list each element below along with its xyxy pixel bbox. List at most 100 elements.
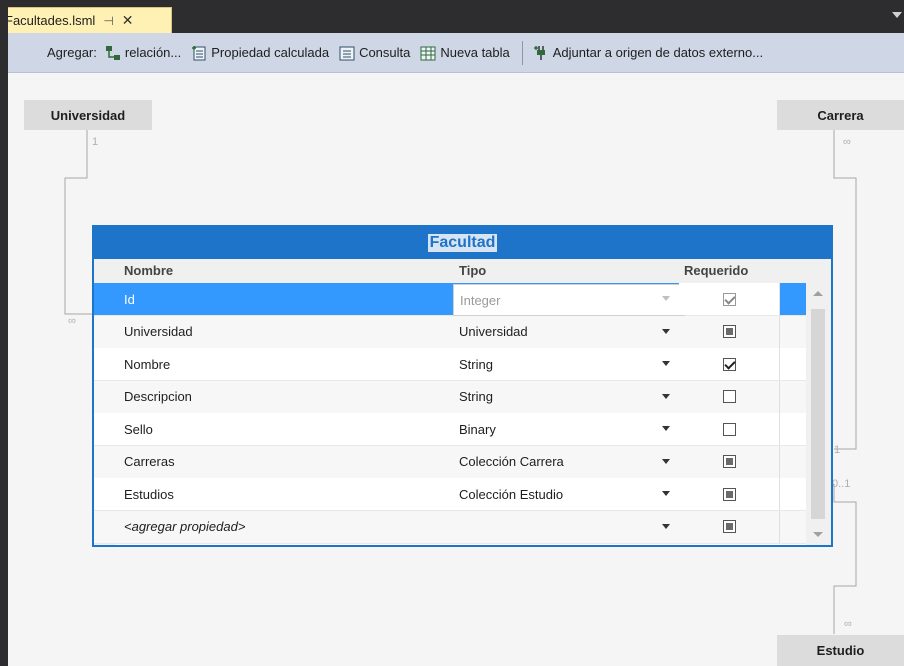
chevron-down-icon[interactable] xyxy=(662,328,670,334)
entity-facultad[interactable]: Facultad Nombre Tipo Requerido ⊸ IdInteg… xyxy=(92,225,833,547)
property-name-cell[interactable]: Estudios xyxy=(116,478,461,510)
chevron-down-icon[interactable] xyxy=(662,296,670,301)
property-name-cell[interactable]: <agregar propiedad> xyxy=(116,511,461,543)
required-checkbox[interactable] xyxy=(722,292,736,306)
property-rows: Id Integer Universidad Universidad Nombre Str… xyxy=(94,283,806,545)
required-cell[interactable] xyxy=(679,511,779,543)
row-trailing-cell xyxy=(779,510,806,543)
scrollbar-thumb[interactable] xyxy=(811,309,825,519)
property-name-cell[interactable]: Universidad xyxy=(116,316,461,348)
tab-overflow-dropdown-icon[interactable] xyxy=(892,12,902,18)
query-icon xyxy=(339,46,355,60)
relation-label: relación... xyxy=(124,45,182,60)
required-cell[interactable] xyxy=(679,413,779,445)
property-name-cell[interactable]: Carreras xyxy=(116,446,461,478)
chevron-down-icon[interactable] xyxy=(662,458,670,464)
property-row[interactable]: Carreras Colección Carrera xyxy=(94,445,806,479)
property-type-dropdown[interactable]: String xyxy=(453,348,683,380)
property-type-dropdown[interactable]: Colección Estudio xyxy=(453,478,683,510)
required-cell[interactable] xyxy=(679,348,779,380)
new-table-button[interactable]: Nueva tabla xyxy=(420,45,510,61)
required-checkbox[interactable] xyxy=(722,325,736,338)
property-type-dropdown[interactable]: String xyxy=(453,381,683,413)
entity-carrera-title: Carrera xyxy=(817,107,864,123)
required-checkbox[interactable] xyxy=(722,487,736,501)
add-label: Agregar: xyxy=(47,45,97,60)
property-name-cell[interactable]: Descripcion xyxy=(116,381,461,413)
row-trailing-cell xyxy=(779,380,806,413)
column-header-required[interactable]: Requerido xyxy=(684,263,748,278)
entity-estudio-title: Estudio xyxy=(816,643,865,658)
chevron-down-icon[interactable] xyxy=(662,426,670,431)
scroll-up-icon[interactable] xyxy=(813,291,823,296)
row-trailing-cell xyxy=(779,445,806,478)
entity-universidad-title: Universidad xyxy=(50,107,126,123)
property-type-dropdown[interactable]: Integer xyxy=(453,284,685,316)
toolbar-separator xyxy=(521,40,523,65)
multiplicity-label: 0..1 xyxy=(832,478,851,490)
property-name-cell[interactable]: Id xyxy=(116,283,461,315)
required-cell[interactable] xyxy=(679,478,779,510)
property-row[interactable]: Nombre String xyxy=(94,348,806,381)
property-type-dropdown[interactable]: Universidad xyxy=(453,316,683,348)
query-label: Consulta xyxy=(359,45,411,60)
entity-title-bar[interactable]: Facultad xyxy=(94,227,831,259)
required-checkbox[interactable] xyxy=(722,455,736,468)
scroll-down-icon[interactable] xyxy=(813,532,823,537)
chevron-down-icon[interactable] xyxy=(662,361,670,366)
entity-universidad[interactable]: Universidad xyxy=(24,100,152,130)
add-relation-button[interactable]: relación... xyxy=(105,45,181,61)
property-type-dropdown[interactable] xyxy=(453,511,683,543)
entity-estudio[interactable]: Estudio xyxy=(777,635,904,666)
row-trailing-cell xyxy=(779,478,806,510)
property-row[interactable]: Universidad Universidad xyxy=(94,315,806,349)
attach-external-datasource-button[interactable]: Adjuntar a origen de datos externo... xyxy=(533,45,763,61)
vertical-scrollbar[interactable] xyxy=(806,283,831,545)
tab-title: Facultades.lsml xyxy=(5,13,96,28)
column-header-type[interactable]: Tipo xyxy=(459,263,486,278)
required-checkbox[interactable] xyxy=(722,520,736,533)
multiplicity-label: ∞ xyxy=(843,136,851,148)
add-query-button[interactable]: Consulta xyxy=(339,45,410,61)
property-name-cell[interactable]: Nombre xyxy=(116,348,461,380)
required-checkbox[interactable] xyxy=(722,357,736,371)
property-type-dropdown[interactable]: Binary xyxy=(453,413,683,445)
table-icon xyxy=(420,46,436,60)
entity-title[interactable]: Facultad xyxy=(427,234,498,252)
designer-toolbar: Agregar: relación... Propiedad calculada… xyxy=(8,33,904,73)
document-tab-strip: Facultades.lsml ⊣ ✕ xyxy=(0,0,904,33)
property-grid-header: Nombre Tipo Requerido xyxy=(94,259,831,283)
column-header-name[interactable]: Nombre xyxy=(124,263,173,278)
computed-property-icon xyxy=(192,45,206,60)
property-row[interactable]: <agregar propiedad> xyxy=(94,510,806,544)
new-table-label: Nueva tabla xyxy=(440,45,510,60)
property-row[interactable]: Id Integer xyxy=(94,283,806,316)
left-frame-border xyxy=(0,0,8,666)
multiplicity-label: 1 xyxy=(92,136,99,148)
close-icon[interactable]: ✕ xyxy=(122,12,134,29)
computed-property-label: Propiedad calculada xyxy=(211,45,330,60)
required-cell[interactable] xyxy=(679,316,779,348)
chevron-down-icon[interactable] xyxy=(662,523,670,529)
required-cell[interactable] xyxy=(679,446,779,478)
row-trailing-cell xyxy=(779,413,806,445)
chevron-down-icon[interactable] xyxy=(662,491,670,496)
multiplicity-label: 1 xyxy=(834,444,841,456)
required-cell[interactable] xyxy=(679,381,779,413)
entity-carrera[interactable]: Carrera xyxy=(777,100,904,130)
property-type-dropdown[interactable]: Colección Carrera xyxy=(453,446,683,478)
pin-icon[interactable]: ⊣ xyxy=(103,14,113,28)
add-computed-property-button[interactable]: Propiedad calculada xyxy=(191,45,329,61)
multiplicity-label: ∞ xyxy=(68,315,76,327)
chevron-down-icon[interactable] xyxy=(662,393,670,399)
row-trailing-cell xyxy=(779,315,806,348)
property-name-cell[interactable]: Sello xyxy=(116,413,461,445)
property-row[interactable]: Descripcion String xyxy=(94,380,806,414)
required-cell[interactable] xyxy=(679,283,779,315)
document-tab[interactable]: Facultades.lsml ⊣ ✕ xyxy=(0,7,172,33)
property-row[interactable]: Estudios Colección Estudio xyxy=(94,478,806,511)
property-row[interactable]: Sello Binary xyxy=(94,413,806,446)
relation-icon xyxy=(105,45,120,60)
required-checkbox[interactable] xyxy=(722,422,736,436)
required-checkbox[interactable] xyxy=(722,390,736,403)
